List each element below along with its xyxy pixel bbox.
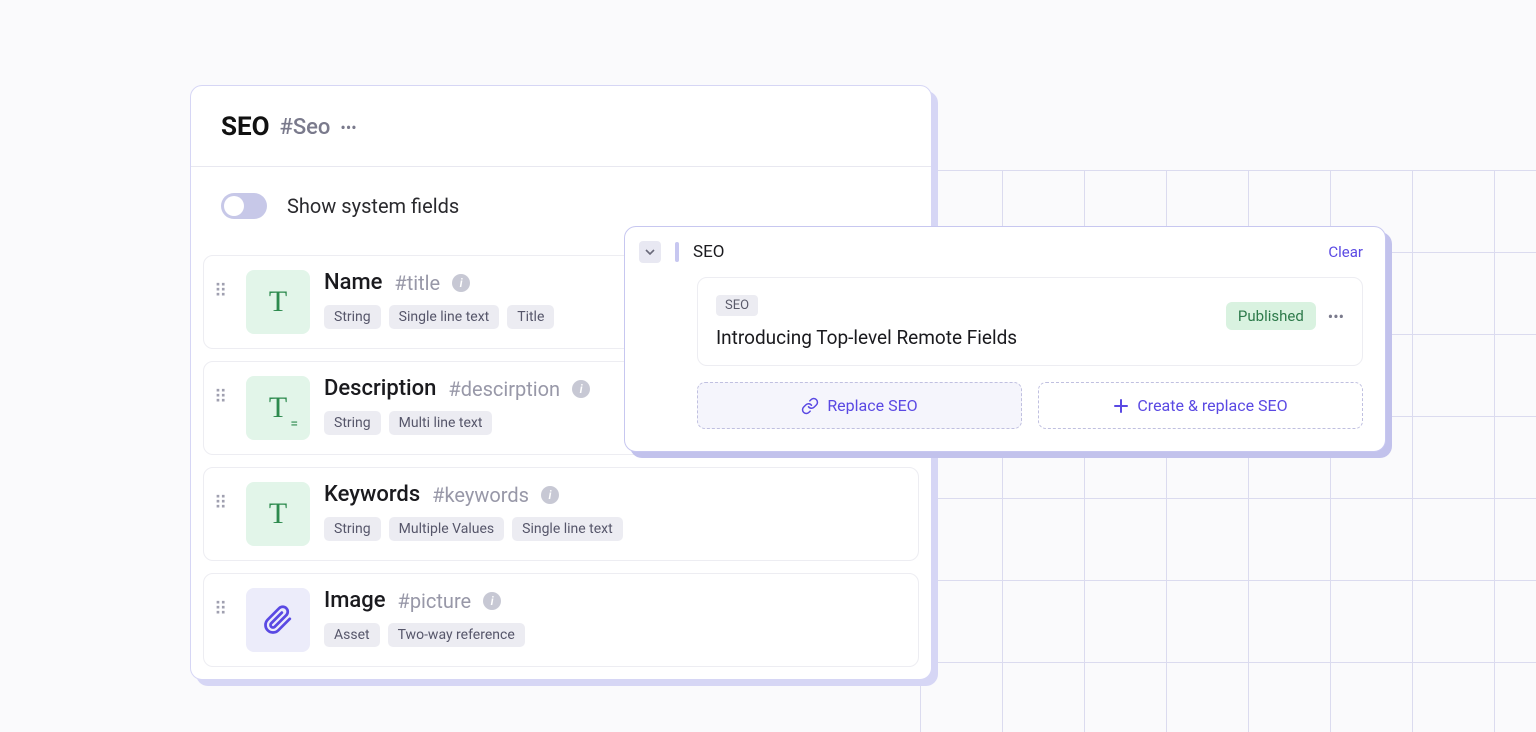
replace-button[interactable]: Replace SEO — [697, 382, 1022, 429]
info-icon[interactable]: i — [483, 592, 501, 610]
replace-button-label: Replace SEO — [827, 396, 917, 415]
field-tag: Multi line text — [389, 411, 493, 435]
field-tag: Asset — [324, 623, 380, 647]
field-tag: Single line text — [512, 517, 623, 541]
field-hash-label: #keywords — [432, 483, 529, 507]
field-tag: Two-way reference — [388, 623, 525, 647]
field-tag: String — [324, 411, 381, 435]
clear-link[interactable]: Clear — [1328, 243, 1363, 261]
field-card-keywords[interactable]: T Keywords #keywords i String Multiple V… — [203, 467, 919, 561]
schema-header: SEO #Seo ••• — [191, 86, 931, 167]
attachment-icon — [246, 588, 310, 652]
multiline-text-icon: T= — [246, 376, 310, 440]
field-tag: Title — [507, 305, 554, 329]
create-replace-button[interactable]: Create & replace SEO — [1038, 382, 1363, 429]
more-icon[interactable]: ••• — [340, 118, 356, 137]
field-hash-label: #descirption — [448, 377, 560, 401]
drag-handle-icon[interactable] — [214, 588, 232, 615]
schema-hash: #Seo — [280, 115, 331, 140]
toggle-knob — [224, 196, 244, 216]
drag-handle-icon[interactable] — [214, 482, 232, 509]
field-name-label: Description — [324, 376, 436, 401]
field-tag: String — [324, 517, 381, 541]
field-name-label: Image — [324, 588, 386, 613]
link-icon — [801, 397, 819, 415]
schema-title: SEO — [221, 112, 270, 142]
chevron-down-icon[interactable] — [639, 241, 661, 263]
field-tag: Multiple Values — [389, 517, 504, 541]
status-badge: Published — [1226, 302, 1316, 330]
field-hash-label: #title — [394, 271, 440, 295]
reference-heading: SEO — [693, 242, 1314, 262]
info-icon[interactable]: i — [541, 486, 559, 504]
action-buttons: Replace SEO Create & replace SEO — [697, 382, 1363, 429]
more-icon[interactable]: ••• — [1328, 307, 1344, 326]
info-icon[interactable]: i — [572, 380, 590, 398]
text-field-icon: T — [246, 270, 310, 334]
toggle-label: Show system fields — [287, 194, 459, 218]
drag-handle-icon[interactable] — [214, 376, 232, 403]
create-button-label: Create & replace SEO — [1137, 396, 1287, 415]
field-hash-label: #picture — [398, 589, 472, 613]
drag-handle-icon[interactable] — [214, 270, 232, 297]
entry-title: Introducing Top-level Remote Fields — [716, 326, 1017, 349]
field-tag: Single line text — [389, 305, 500, 329]
system-fields-toggle[interactable] — [221, 193, 267, 219]
reference-card: SEO Clear SEO Introducing Top-level Remo… — [624, 226, 1386, 452]
field-name-label: Keywords — [324, 482, 420, 507]
field-tag: String — [324, 305, 381, 329]
info-icon[interactable]: i — [452, 274, 470, 292]
entry-type-badge: SEO — [716, 295, 758, 316]
reference-header: SEO Clear — [639, 241, 1363, 263]
accent-bar — [675, 242, 679, 262]
field-card-image[interactable]: Image #picture i Asset Two-way reference — [203, 573, 919, 667]
plus-icon — [1113, 398, 1129, 414]
text-field-icon: T — [246, 482, 310, 546]
field-name-label: Name — [324, 270, 382, 295]
linked-entry[interactable]: SEO Introducing Top-level Remote Fields … — [697, 277, 1363, 366]
